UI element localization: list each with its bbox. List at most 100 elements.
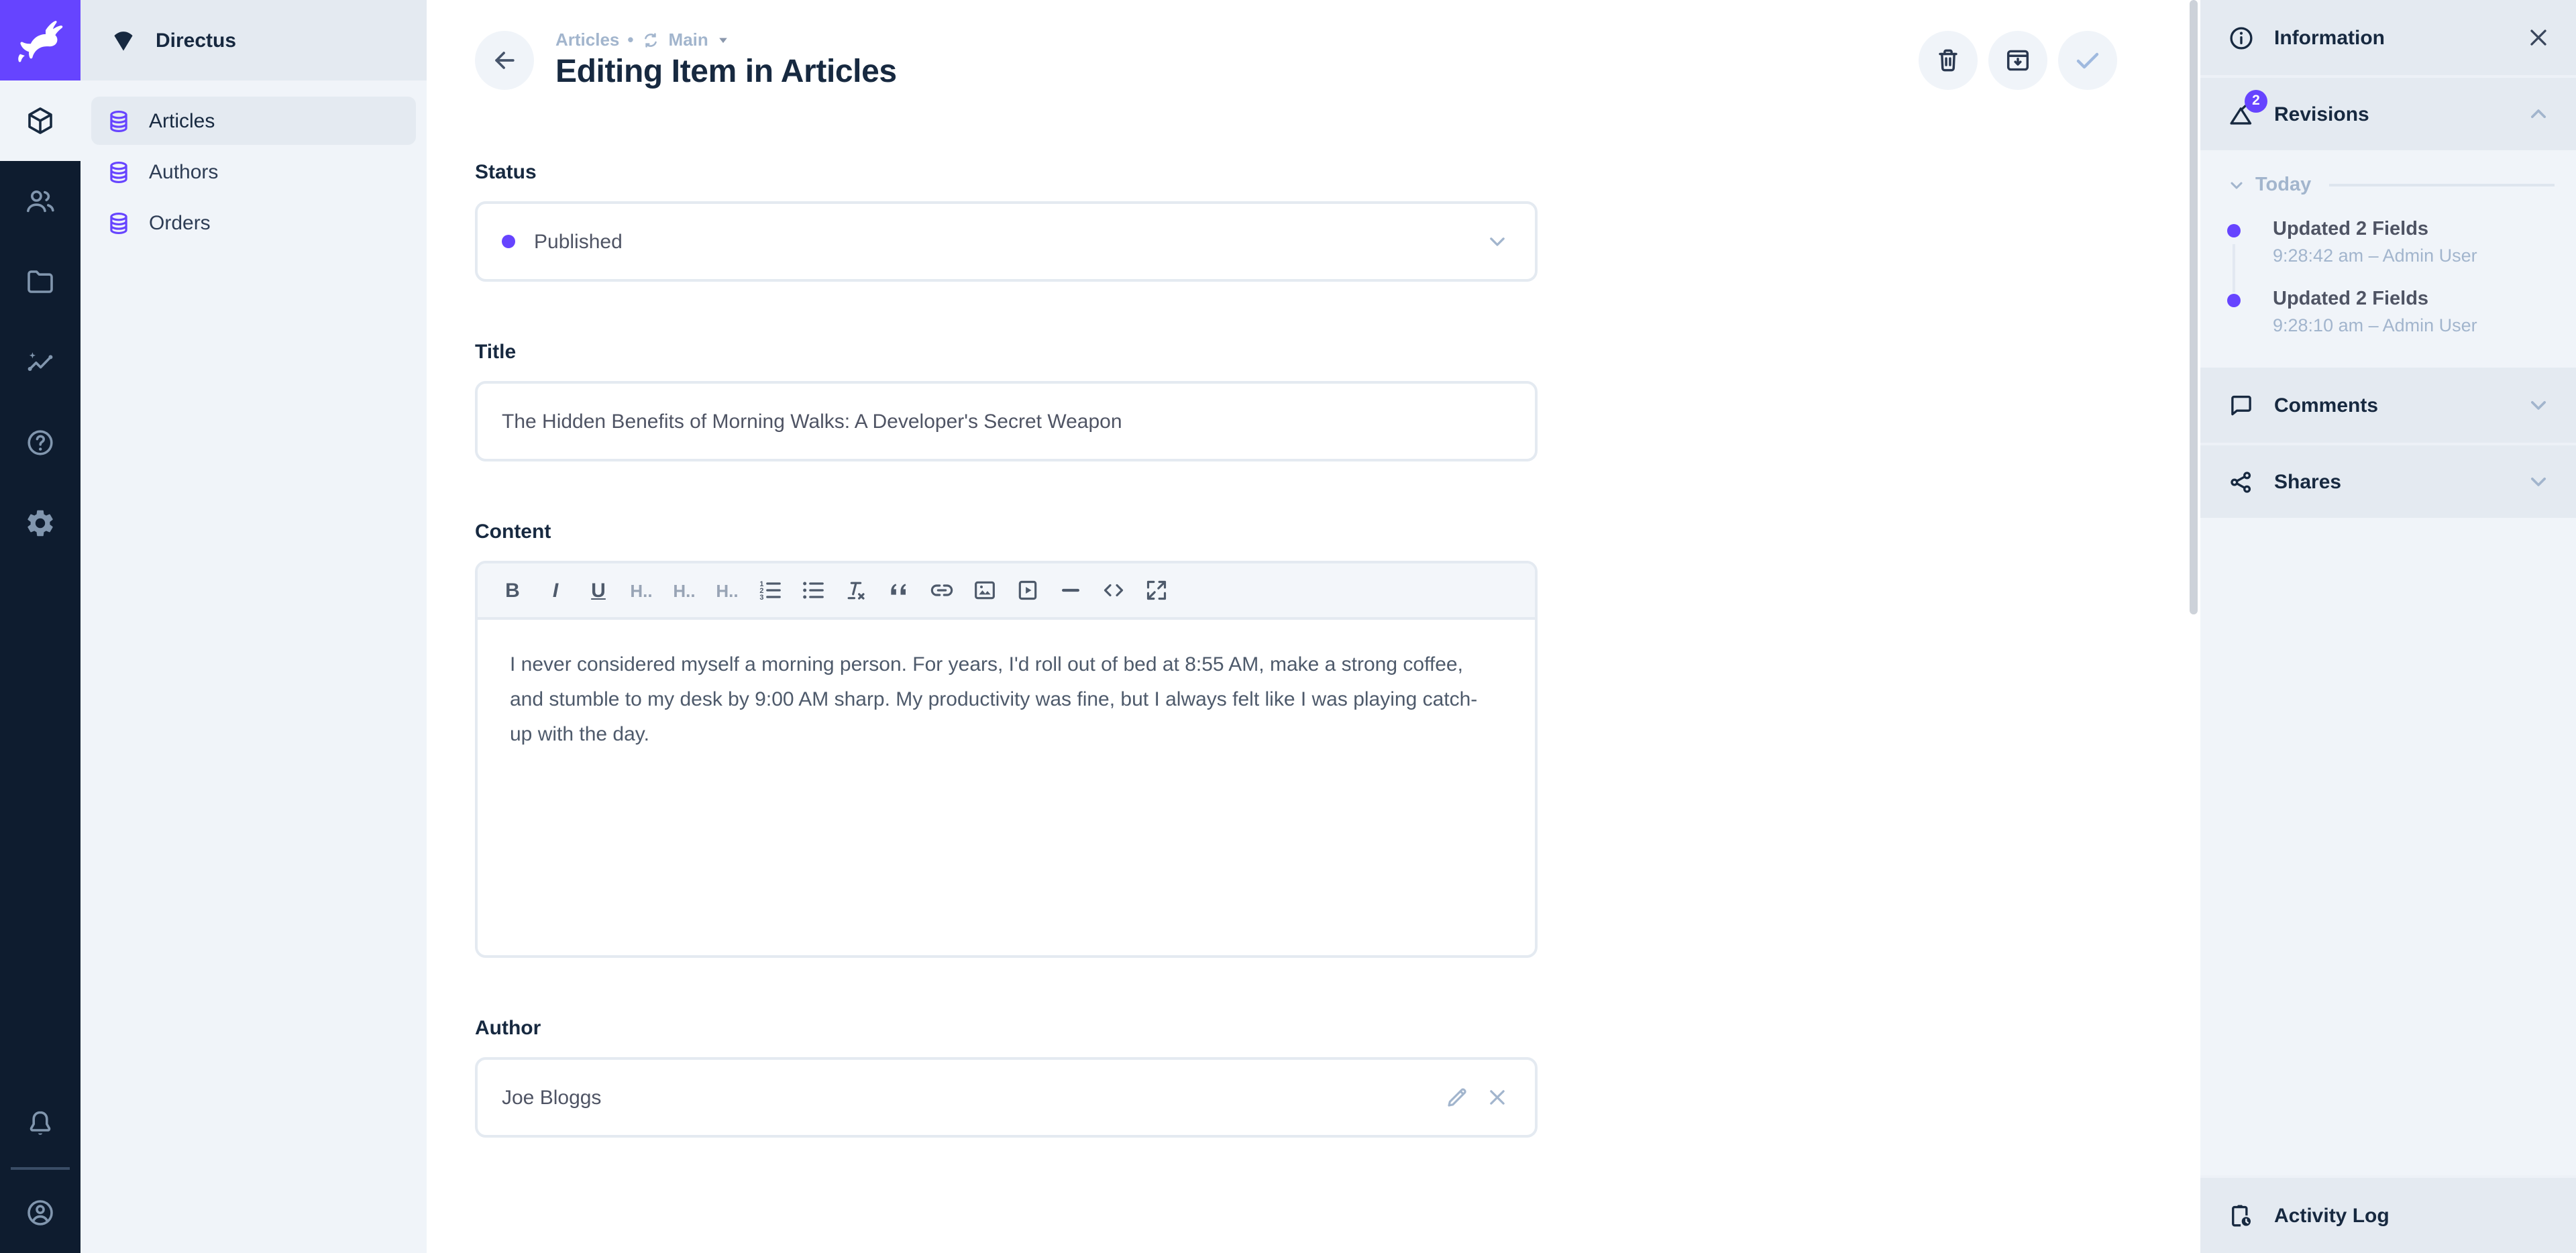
nav-item-authors[interactable]: Authors bbox=[91, 148, 416, 196]
bullet-list-button[interactable] bbox=[792, 570, 835, 610]
revision-item[interactable]: Updated 2 Fields 9:28:42 am – Admin User bbox=[2227, 219, 2555, 266]
field-label: Content bbox=[475, 521, 1538, 543]
item-form: Status Published Title Content B bbox=[475, 161, 1538, 1138]
main-content: Articles • Main Editing Item in Articles bbox=[427, 0, 2200, 1253]
check-icon bbox=[2072, 44, 2104, 76]
clear-formatting-icon bbox=[843, 577, 869, 604]
image-button[interactable] bbox=[963, 570, 1006, 610]
blockquote-icon bbox=[885, 577, 912, 604]
heading1-icon: H.. bbox=[630, 580, 652, 600]
underline-button[interactable]: U bbox=[577, 570, 620, 610]
close-sidebar-button[interactable] bbox=[2525, 24, 2552, 51]
main-scrollbar[interactable] bbox=[2190, 0, 2198, 614]
people-icon bbox=[24, 185, 56, 217]
heading1-button[interactable]: H.. bbox=[620, 570, 663, 610]
bold-button[interactable]: B bbox=[491, 570, 534, 610]
project-status-icon bbox=[109, 25, 138, 55]
nav-item-label: Authors bbox=[149, 160, 218, 183]
clear-formatting-button[interactable] bbox=[835, 570, 877, 610]
italic-icon: I bbox=[553, 579, 558, 602]
editor-toolbar: B I U H.. H.. H.. 1 2 bbox=[478, 563, 1535, 620]
caret-down-icon[interactable] bbox=[716, 33, 730, 46]
revisions-badge: 2 bbox=[2245, 89, 2267, 112]
heading2-button[interactable]: H.. bbox=[663, 570, 706, 610]
notifications-button[interactable] bbox=[0, 1084, 80, 1164]
module-users[interactable] bbox=[0, 161, 80, 241]
module-bar bbox=[0, 0, 80, 1253]
status-dot-icon bbox=[502, 235, 515, 248]
help-circle-icon bbox=[24, 427, 56, 459]
revision-item[interactable]: Updated 2 Fields 9:28:10 am – Admin User bbox=[2227, 288, 2555, 335]
delete-button[interactable] bbox=[1919, 31, 1978, 90]
link-button[interactable] bbox=[920, 570, 963, 610]
back-button[interactable] bbox=[475, 31, 534, 90]
account-circle-icon bbox=[24, 1197, 56, 1229]
ordered-list-button[interactable]: 1 2 3 bbox=[749, 570, 792, 610]
horizontal-rule-icon bbox=[1057, 577, 1084, 604]
ordered-list-icon: 1 2 3 bbox=[757, 577, 784, 604]
project-info[interactable]: Directus bbox=[80, 0, 427, 80]
revision-meta: 9:28:42 am – Admin User bbox=[2273, 246, 2555, 266]
module-files[interactable] bbox=[0, 241, 80, 322]
nav-item-label: Orders bbox=[149, 211, 211, 234]
fullscreen-icon bbox=[1143, 577, 1170, 604]
deselect-button[interactable] bbox=[1484, 1084, 1511, 1111]
breadcrumb-version[interactable]: Main bbox=[669, 30, 708, 50]
account-button[interactable] bbox=[0, 1173, 80, 1253]
nav-item-orders[interactable]: Orders bbox=[91, 199, 416, 247]
heading3-button[interactable]: H.. bbox=[706, 570, 749, 610]
breadcrumb: Articles • Main bbox=[555, 30, 897, 50]
link-icon bbox=[928, 577, 955, 604]
chevron-down-icon[interactable] bbox=[2525, 392, 2552, 419]
italic-button[interactable]: I bbox=[534, 570, 577, 610]
field-label: Author bbox=[475, 1017, 1538, 1040]
revisions-group-today[interactable]: Today bbox=[2227, 174, 2555, 196]
chevron-down-icon[interactable] bbox=[2525, 468, 2552, 495]
chevron-up-icon[interactable] bbox=[2525, 101, 2552, 127]
navigation-sidebar: Directus Articles bbox=[80, 0, 427, 1253]
nav-item-articles[interactable]: Articles bbox=[91, 97, 416, 145]
breadcrumb-collection[interactable]: Articles bbox=[555, 30, 619, 50]
insights-icon bbox=[24, 346, 56, 378]
fullscreen-button[interactable] bbox=[1135, 570, 1178, 610]
share-icon bbox=[2227, 468, 2255, 496]
database-icon bbox=[106, 159, 131, 184]
edit-button[interactable] bbox=[1444, 1084, 1470, 1111]
activity-log-icon bbox=[2227, 1201, 2255, 1230]
divider bbox=[2328, 184, 2555, 186]
database-icon bbox=[106, 108, 131, 133]
sidebar-spacer bbox=[2200, 518, 2576, 1175]
module-settings[interactable] bbox=[0, 483, 80, 563]
title-input[interactable] bbox=[475, 381, 1538, 461]
module-insights[interactable] bbox=[0, 322, 80, 402]
sidebar-section-information[interactable]: Information bbox=[2200, 0, 2576, 75]
author-relation[interactable]: Joe Bloggs bbox=[475, 1057, 1538, 1138]
header-actions bbox=[1919, 31, 2117, 90]
bullet-list-icon bbox=[800, 577, 826, 604]
info-sidebar: Information 2 Revisions bbox=[2200, 0, 2576, 1253]
revisions-group-label: Today bbox=[2255, 174, 2311, 196]
code-icon bbox=[1100, 577, 1127, 604]
revisions-icon: 2 bbox=[2227, 100, 2255, 128]
module-content[interactable] bbox=[0, 80, 80, 161]
archive-button[interactable] bbox=[1988, 31, 2047, 90]
code-button[interactable] bbox=[1092, 570, 1135, 610]
horizontal-rule-button[interactable] bbox=[1049, 570, 1092, 610]
status-select[interactable]: Published bbox=[475, 201, 1538, 282]
revision-dot-icon bbox=[2227, 224, 2241, 237]
heading3-icon: H.. bbox=[716, 580, 738, 600]
archive-icon bbox=[2003, 46, 2033, 75]
status-value: Published bbox=[534, 230, 623, 253]
close-icon bbox=[2525, 24, 2552, 51]
revision-title: Updated 2 Fields bbox=[2273, 219, 2555, 240]
blockquote-button[interactable] bbox=[877, 570, 920, 610]
activity-log-button[interactable]: Activity Log bbox=[2200, 1175, 2576, 1253]
save-button[interactable] bbox=[2058, 31, 2117, 90]
directus-logo[interactable] bbox=[0, 0, 80, 80]
editor-text[interactable]: I never considered myself a morning pers… bbox=[478, 620, 1535, 955]
video-button[interactable] bbox=[1006, 570, 1049, 610]
module-help[interactable] bbox=[0, 402, 80, 483]
sidebar-section-revisions[interactable]: 2 Revisions bbox=[2200, 75, 2576, 150]
sidebar-section-shares[interactable]: Shares bbox=[2200, 443, 2576, 518]
sidebar-section-comments[interactable]: Comments bbox=[2200, 368, 2576, 443]
